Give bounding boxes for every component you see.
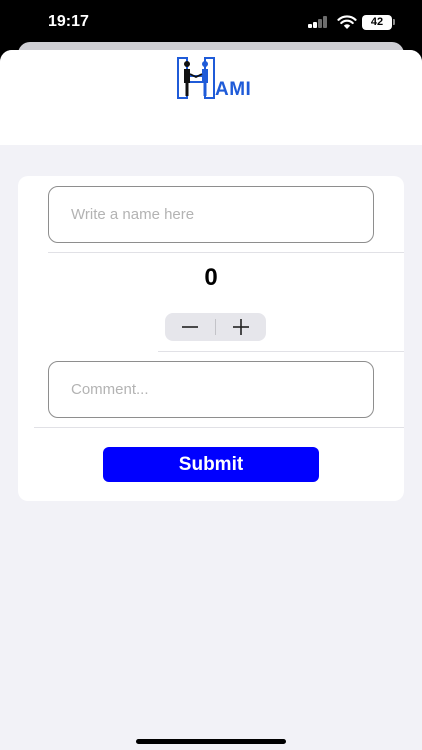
name-input[interactable] [49,187,373,242]
decrement-button[interactable] [165,313,215,341]
divider [158,351,404,352]
battery-icon: 42 [362,15,392,30]
name-field[interactable] [48,186,374,243]
home-indicator[interactable] [136,739,286,744]
submit-button[interactable]: Submit [103,447,319,482]
comment-field[interactable] [48,361,374,418]
minus-icon [182,326,198,328]
status-bar: 19:17 42 [0,0,422,44]
battery-nub [393,19,395,25]
status-time: 19:17 [48,13,89,30]
cellular-signal-icon [308,16,330,28]
logo-text: AMI [215,79,252,100]
form-sheet: AMI 0 Submit [0,50,422,750]
comment-input[interactable] [49,362,373,417]
increment-button[interactable] [216,313,266,341]
people-handshake-logo-icon [177,57,215,99]
form-card: 0 Submit [18,176,404,501]
hami-logo: AMI [177,57,277,100]
divider [34,427,404,428]
divider [48,252,404,253]
counter-value: 0 [204,264,218,291]
wifi-icon [337,15,357,29]
header: AMI [0,50,422,145]
quantity-stepper[interactable] [165,313,266,341]
plus-icon [233,319,249,335]
